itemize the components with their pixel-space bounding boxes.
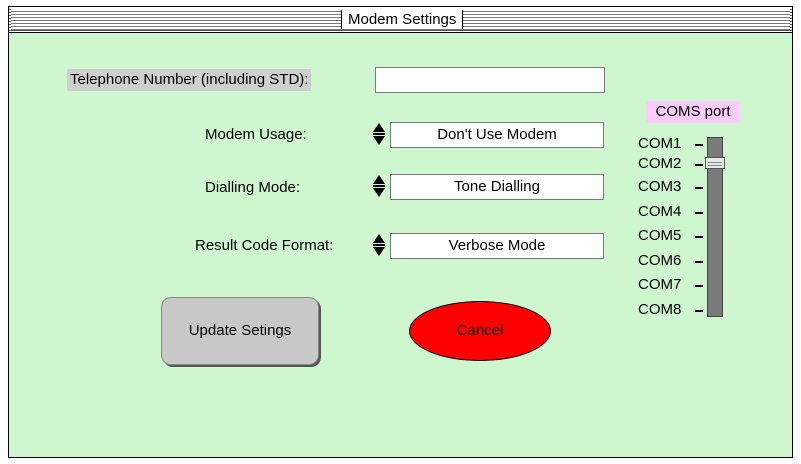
- com-port-label: COM2: [638, 155, 682, 172]
- com-port-label: COM7: [638, 276, 682, 293]
- result-code-spinner-icon[interactable]: [373, 234, 385, 258]
- com-port-slider-thumb[interactable]: [705, 157, 725, 169]
- com-port-label: COM8: [638, 301, 682, 318]
- com-port-label: COM6: [638, 252, 682, 269]
- com-port-label: COM4: [638, 203, 682, 220]
- com-tick: [695, 164, 703, 166]
- com-tick: [695, 187, 703, 189]
- title-bar[interactable]: Modem Settings: [9, 7, 792, 33]
- com-port-label: COM1: [638, 135, 682, 152]
- result-code-label: Result Code Format:: [195, 237, 334, 254]
- com-tick: [695, 144, 703, 146]
- com-tick: [695, 212, 703, 214]
- com-port-label: COM5: [638, 227, 682, 244]
- coms-port-label: COMS port: [646, 101, 740, 123]
- dialling-mode-spinner-icon[interactable]: [373, 175, 385, 199]
- telephone-input[interactable]: [375, 67, 605, 93]
- dialling-mode-label: Dialling Mode:: [205, 179, 301, 196]
- modem-usage-spinner-icon[interactable]: [373, 123, 385, 147]
- com-port-label: COM3: [638, 178, 682, 195]
- com-tick: [695, 285, 703, 287]
- result-code-field[interactable]: Verbose Mode: [390, 233, 604, 259]
- dialling-mode-field[interactable]: Tone Dialling: [390, 174, 604, 200]
- modem-usage-field[interactable]: Don't Use Modem: [390, 122, 604, 148]
- com-tick: [695, 310, 703, 312]
- com-tick: [695, 261, 703, 263]
- window-title: Modem Settings: [341, 10, 464, 29]
- telephone-label: Telephone Number (including STD):: [67, 69, 312, 91]
- modem-settings-window: Modem Settings Telephone Number (includi…: [8, 6, 793, 458]
- update-settings-button[interactable]: Update Setings: [161, 297, 319, 365]
- modem-usage-label: Modem Usage:: [205, 126, 307, 143]
- com-tick: [695, 236, 703, 238]
- cancel-button[interactable]: Cancel: [409, 301, 551, 361]
